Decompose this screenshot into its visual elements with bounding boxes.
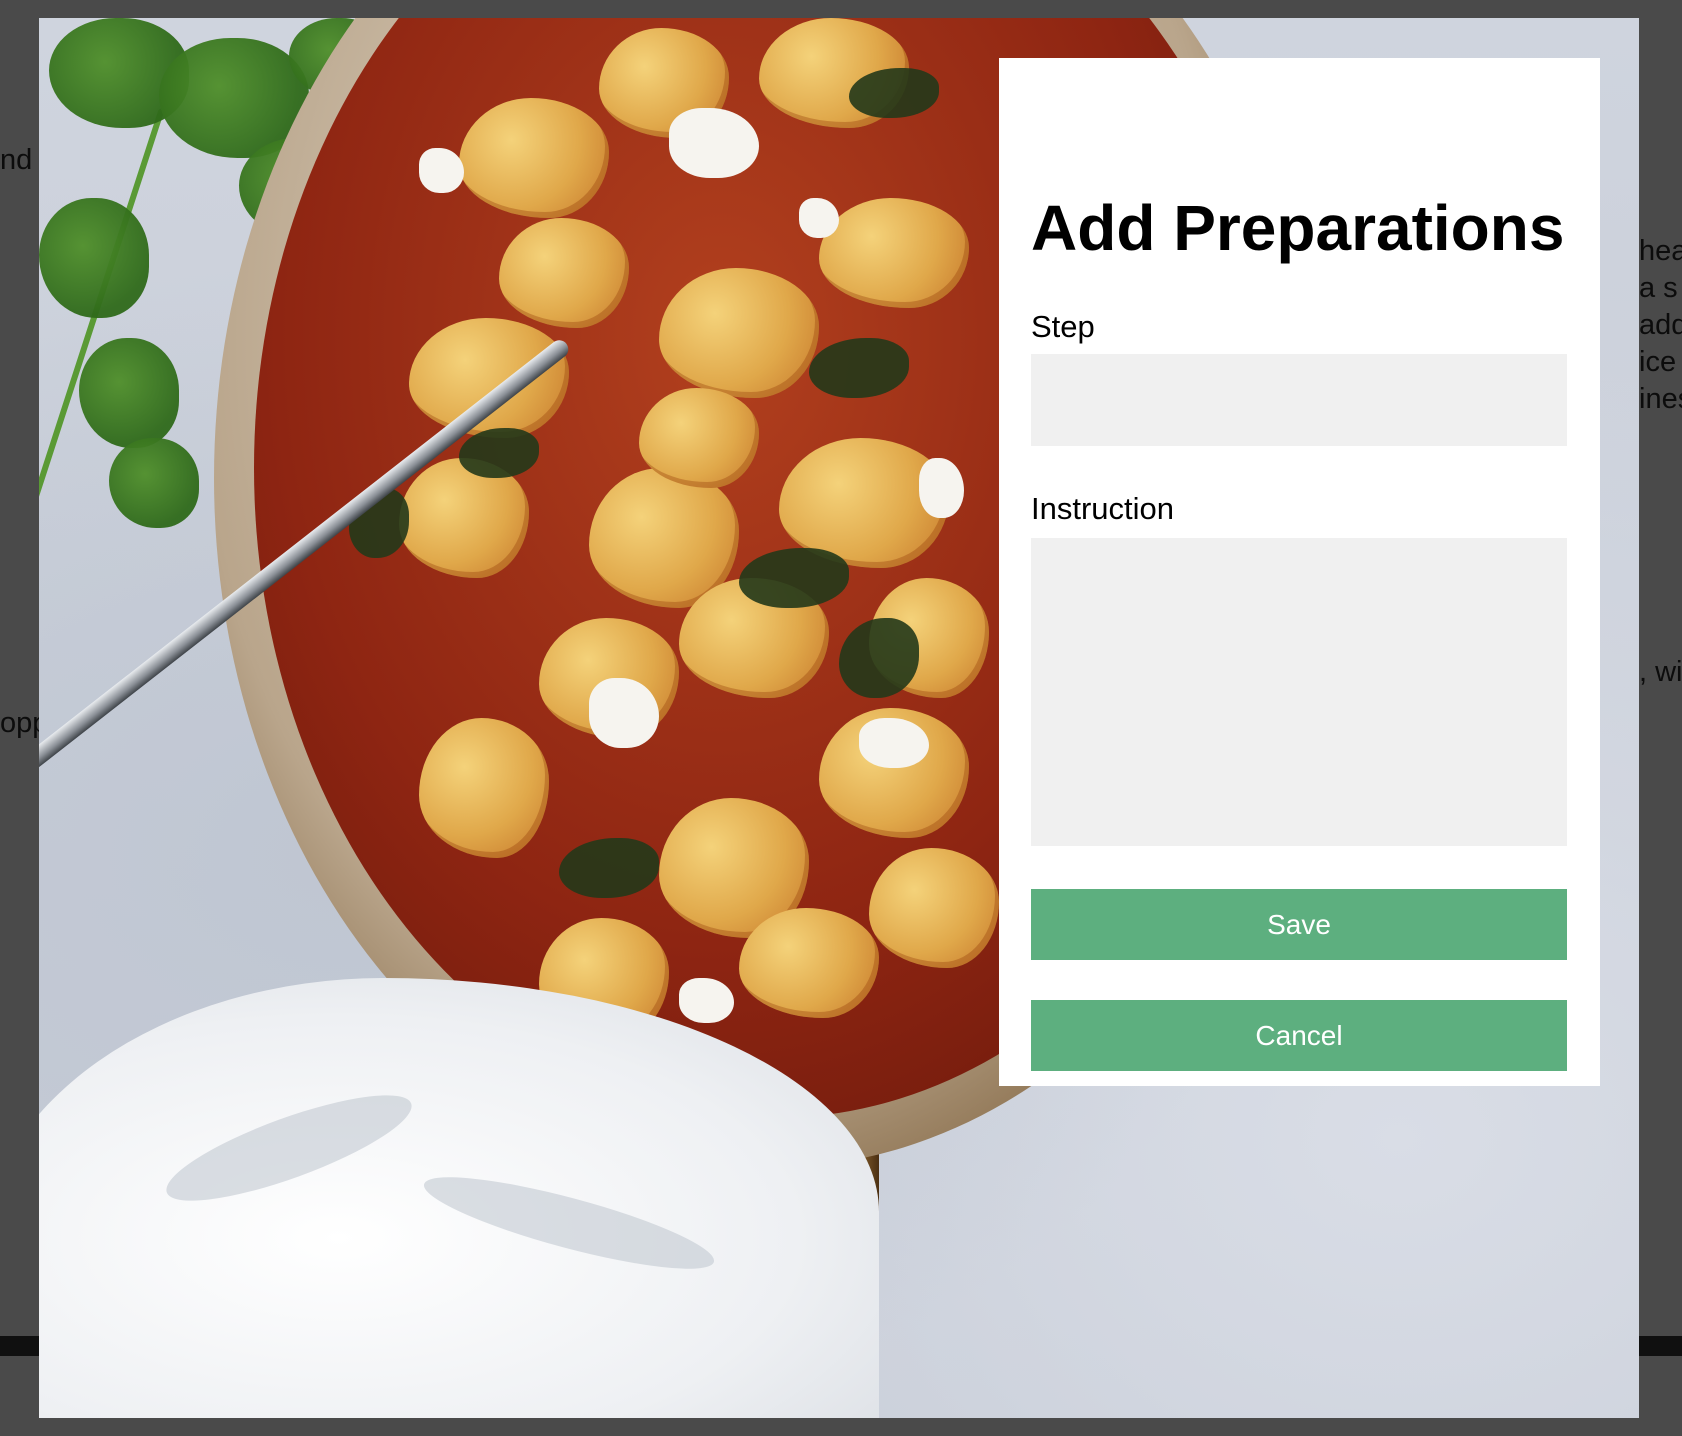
background-footer-bar — [1639, 1336, 1682, 1356]
background-text-fragment: nd — [0, 144, 33, 176]
background-text-fragment: , wi — [1639, 656, 1682, 688]
background-text-fragment: opp — [0, 707, 40, 739]
cheese-crumble — [679, 978, 734, 1023]
background-text-fragment: add — [1639, 309, 1682, 341]
tortellini — [739, 908, 879, 1018]
save-button[interactable]: Save — [1031, 889, 1567, 960]
step-label: Step — [1031, 309, 1095, 344]
tortellini — [639, 388, 759, 488]
background-text-fragment: ines — [1639, 383, 1682, 415]
instruction-label: Instruction — [1031, 491, 1175, 526]
background-text-column: hea a s add ice ines — [1639, 233, 1682, 418]
tortellini — [499, 218, 629, 328]
background-text-fragment: hea — [1639, 235, 1682, 267]
herb-leaf — [39, 198, 149, 318]
herb-leaf — [109, 438, 199, 528]
cheese-crumble — [799, 198, 839, 238]
tortellini — [419, 718, 549, 858]
background-footer-bar — [0, 1336, 40, 1356]
herb-leaf — [79, 338, 179, 448]
tortellini — [459, 98, 609, 218]
tortellini — [819, 198, 969, 308]
cheese-crumble — [419, 148, 464, 193]
tortellini — [659, 268, 819, 398]
background-text-fragment: ice — [1639, 346, 1677, 378]
step-input[interactable] — [1031, 354, 1567, 446]
cheese-crumble — [859, 718, 929, 768]
tortellini — [869, 848, 999, 968]
instruction-textarea[interactable] — [1031, 538, 1567, 846]
background-text-fragment: a s — [1639, 272, 1678, 304]
tortellini — [409, 318, 569, 438]
cancel-button[interactable]: Cancel — [1031, 1000, 1567, 1071]
modal-title: Add Preparations — [1031, 192, 1565, 264]
add-preparations-modal: Add Preparations Step Instruction Save C… — [999, 58, 1600, 1086]
